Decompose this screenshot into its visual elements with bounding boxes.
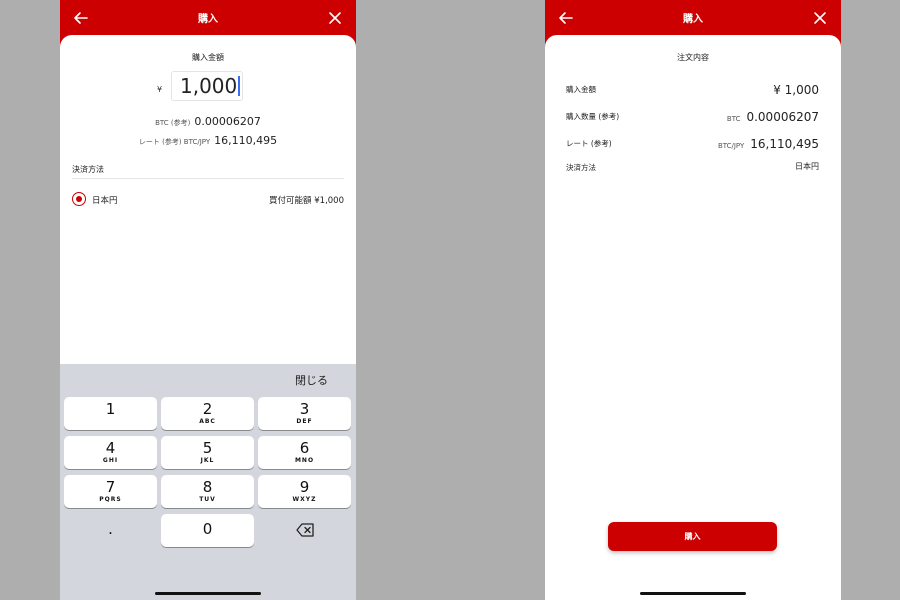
order-quantity-value: 0.00006207 [746, 110, 819, 124]
btc-reference: BTC (参考) 0.00006207 [60, 110, 356, 129]
key-digit: 4 [105, 439, 116, 457]
order-row-label: 購入金額 [566, 85, 596, 94]
key-2[interactable]: 2 ABC [161, 397, 254, 430]
keyboard-close-button[interactable]: 閉じる [295, 372, 328, 388]
key-0[interactable]: 0 [161, 514, 254, 547]
order-row-value: 日本円 [795, 154, 819, 173]
key-7[interactable]: 7 PQRS [64, 475, 157, 508]
order-summary-title: 注文内容 [677, 53, 709, 62]
key-decimal[interactable]: . [64, 514, 157, 547]
order-row-value: ¥ 1,000 [773, 79, 819, 98]
key-digit: 6 [299, 439, 310, 457]
order-unit: BTC/JPY [717, 142, 745, 150]
text-caret [238, 76, 241, 96]
order-row-value: BTC/JPY 16,110,495 [718, 133, 819, 152]
key-digit: 0 [202, 520, 213, 538]
home-indicator [155, 592, 261, 595]
key-digit: 5 [202, 439, 213, 457]
numeric-keypad: 閉じる 1 2 ABC 3 DEF 4 GHI 5 JKL 6 MNO 7 PQRS 8 TU… [60, 364, 356, 600]
order-row-rate: レート (参考) BTC/JPY 16,110,495 [566, 132, 819, 152]
key-digit: 9 [299, 478, 310, 496]
order-row-value: BTC 0.00006207 [727, 106, 819, 125]
btc-reference-label: BTC (参考) [155, 119, 191, 127]
key-digit: . [108, 520, 113, 538]
key-letters: ABC [199, 418, 216, 425]
key-digit: 3 [299, 400, 310, 418]
order-row-label: レート (参考) [566, 139, 612, 148]
key-letters: GHI [102, 457, 119, 464]
key-4[interactable]: 4 GHI [64, 436, 157, 469]
amount-row: ¥ 1,000 [60, 71, 356, 103]
order-row-label: 決済方法 [566, 163, 596, 172]
key-letters: WXYZ [292, 496, 317, 503]
purchase-input-screen: 購入 購入金額 ¥ 1,000 BTC (参考) 0.00006207 レート (… [60, 0, 356, 600]
payment-method-title: 決済方法 [72, 165, 104, 174]
key-digit: 7 [105, 478, 116, 496]
key-digit: 8 [202, 478, 213, 496]
btc-reference-value: 0.00006207 [194, 115, 261, 128]
page-title: 購入 [683, 14, 703, 25]
radio-selected-dot [75, 195, 82, 202]
order-payment-value: 日本円 [795, 162, 819, 171]
buy-button[interactable]: 購入 [608, 522, 777, 551]
currency-symbol: ¥ [157, 85, 163, 94]
key-letters: JKL [200, 457, 215, 464]
order-row-quantity: 購入数量 (参考) BTC 0.00006207 [566, 105, 819, 125]
key-1[interactable]: 1 [64, 397, 157, 430]
order-row-amount: 購入金額 ¥ 1,000 [566, 78, 819, 98]
order-row-label: 購入数量 (参考) [566, 112, 620, 121]
key-delete[interactable] [258, 514, 351, 547]
order-confirm-screen: 購入 注文内容 購入金額 ¥ 1,000 購入数量 (参考) BTC 0.0000… [545, 0, 841, 600]
close-icon[interactable] [326, 9, 344, 27]
close-icon[interactable] [811, 9, 829, 27]
key-5[interactable]: 5 JKL [161, 436, 254, 469]
header-bar: 購入 [60, 0, 356, 36]
amount-input[interactable]: 1,000 [171, 71, 243, 101]
rate-reference-label: レート (参考) BTC/JPY [138, 138, 211, 146]
key-letters: DEF [296, 418, 313, 425]
key-letters: TUV [199, 496, 216, 503]
order-row-payment: 決済方法 日本円 [566, 156, 819, 176]
key-3[interactable]: 3 DEF [258, 397, 351, 430]
key-8[interactable]: 8 TUV [161, 475, 254, 508]
amount-input-value: 1,000 [180, 74, 238, 98]
rate-reference-value: 16,110,495 [214, 134, 278, 147]
home-indicator [640, 592, 746, 595]
payment-option-label[interactable]: 日本円 [92, 194, 118, 206]
amount-label: 購入金額 [192, 53, 224, 62]
content-sheet: 注文内容 購入金額 ¥ 1,000 購入数量 (参考) BTC 0.0000620… [545, 35, 841, 600]
header-bar: 購入 [545, 0, 841, 36]
order-rate-value: 16,110,495 [750, 137, 819, 151]
key-digit: 1 [105, 400, 116, 418]
key-9[interactable]: 9 WXYZ [258, 475, 351, 508]
key-digit: 2 [202, 400, 213, 418]
payment-radio-jpy[interactable] [72, 192, 86, 206]
section-divider [72, 178, 344, 179]
available-balance: 買付可能額 ¥1,000 [269, 196, 344, 206]
key-letters: MNO [294, 457, 315, 464]
key-letters: PQRS [99, 496, 122, 503]
key-6[interactable]: 6 MNO [258, 436, 351, 469]
order-unit: BTC [726, 115, 741, 123]
backspace-icon [295, 523, 314, 537]
order-amount-value: ¥ 1,000 [773, 83, 819, 97]
page-title: 購入 [198, 14, 218, 25]
rate-reference: レート (参考) BTC/JPY 16,110,495 [60, 129, 356, 148]
